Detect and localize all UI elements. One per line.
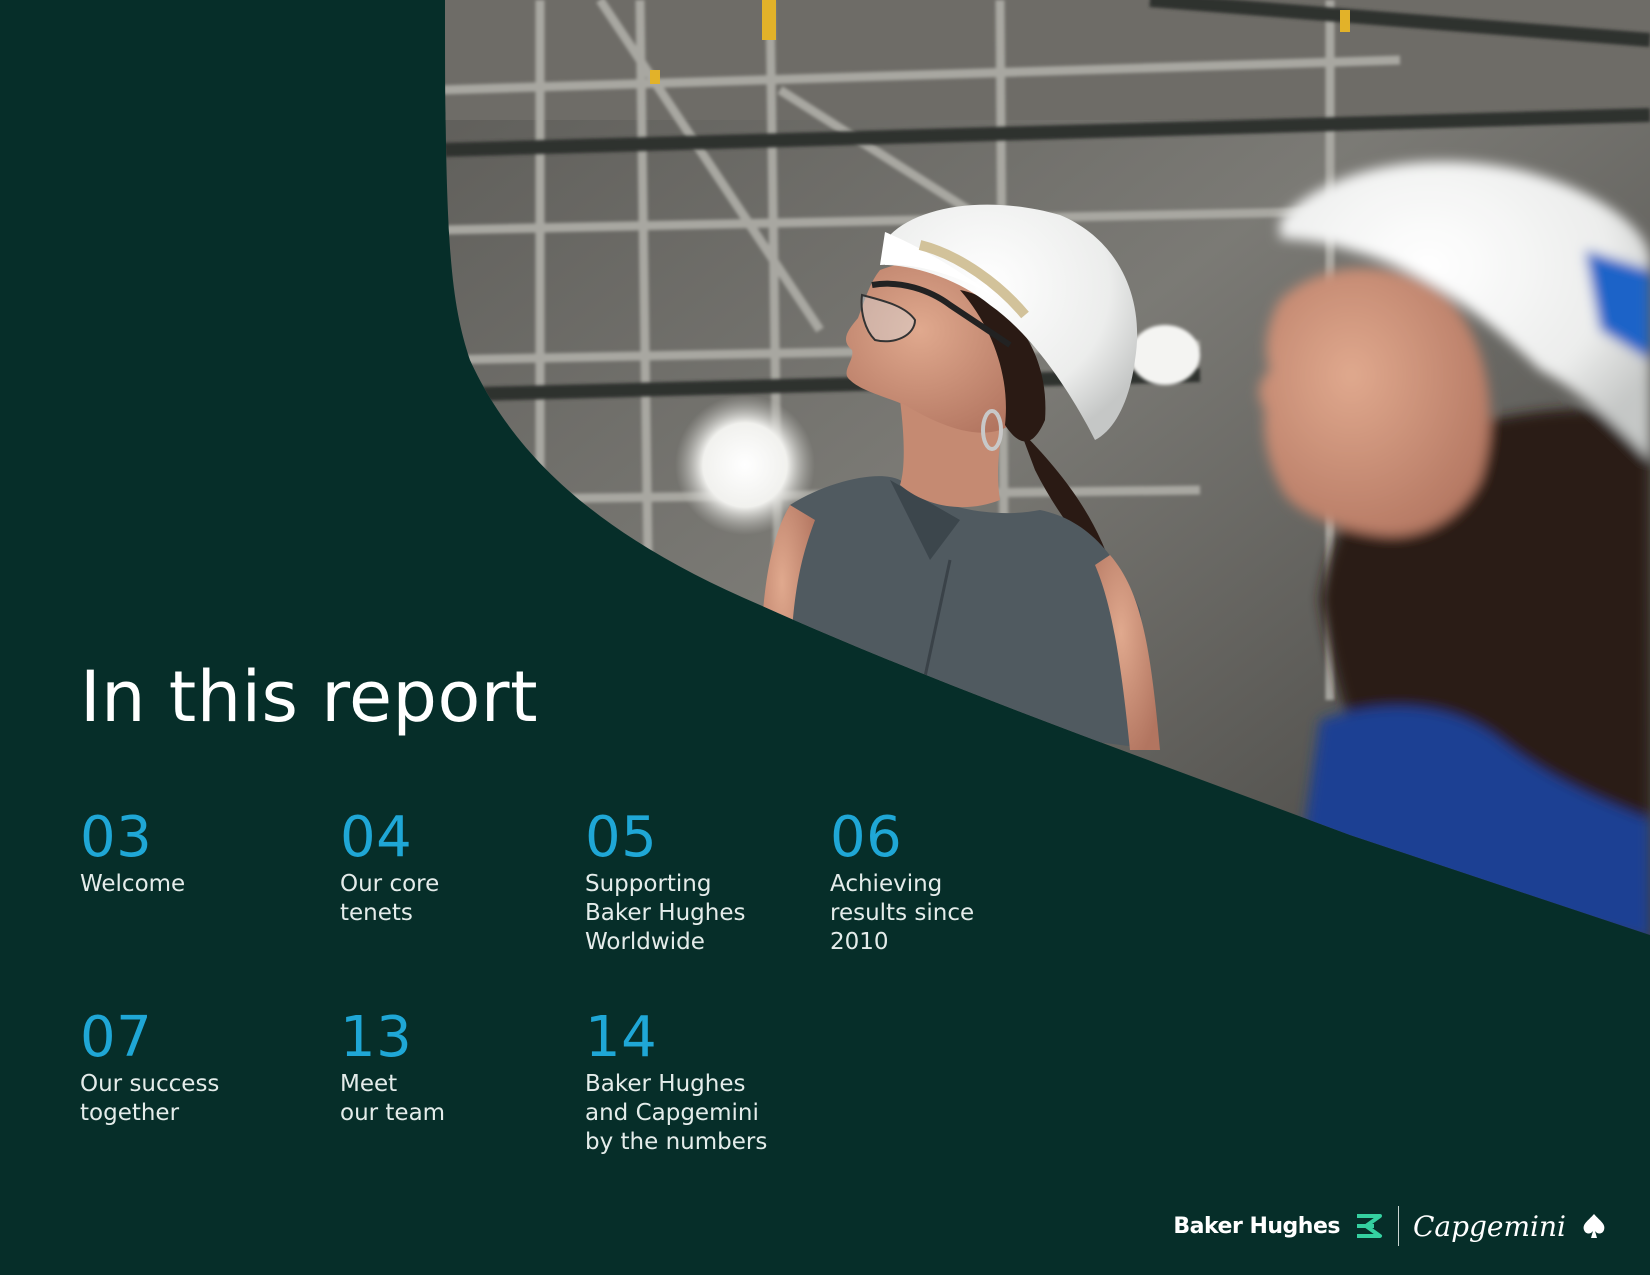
- toc-label: Welcome: [80, 871, 186, 897]
- page-title: In this report: [80, 656, 539, 738]
- baker-hughes-logo-text: Baker Hughes: [1173, 1213, 1340, 1239]
- toc-item-achieving-results[interactable]: 06 Achieving results since 2010: [830, 810, 974, 957]
- toc-page-number: 13: [340, 1005, 413, 1070]
- footer-logos: Baker Hughes Capgemini: [1173, 1204, 1608, 1248]
- toc-label: Our core tenets: [340, 871, 440, 926]
- toc-item-meet-team[interactable]: 13 Meet our team: [340, 1010, 445, 1128]
- report-page: In this report 03 Welcome 04 Our core te…: [0, 0, 1650, 1275]
- double-chevron-icon: [1356, 1214, 1382, 1238]
- toc-page-number: 03: [80, 805, 153, 870]
- toc-page-number: 06: [830, 805, 903, 870]
- capgemini-logo-text: Capgemini: [1412, 1209, 1566, 1243]
- toc-label: Supporting Baker Hughes Worldwide: [585, 871, 746, 955]
- toc-item-success-together[interactable]: 07 Our success together: [80, 1010, 219, 1128]
- spade-icon: [1583, 1214, 1605, 1238]
- toc-label: Achieving results since 2010: [830, 871, 975, 955]
- toc-page-number: 14: [585, 1005, 658, 1070]
- toc-item-by-the-numbers[interactable]: 14 Baker Hughes and Capgemini by the num…: [585, 1010, 767, 1157]
- toc-label: Baker Hughes and Capgemini by the number…: [585, 1071, 768, 1155]
- toc-item-supporting-worldwide[interactable]: 05 Supporting Baker Hughes Worldwide: [585, 810, 745, 957]
- toc-page-number: 05: [585, 805, 658, 870]
- toc-label: Meet our team: [340, 1071, 446, 1126]
- toc-page-number: 04: [340, 805, 413, 870]
- toc-page-number: 07: [80, 1005, 153, 1070]
- toc-item-welcome[interactable]: 03 Welcome: [80, 810, 185, 899]
- cover-photo: [445, 0, 1650, 935]
- toc-label: Our success together: [80, 1071, 220, 1126]
- logo-divider: [1397, 1206, 1399, 1246]
- toc-item-core-tenets[interactable]: 04 Our core tenets: [340, 810, 439, 928]
